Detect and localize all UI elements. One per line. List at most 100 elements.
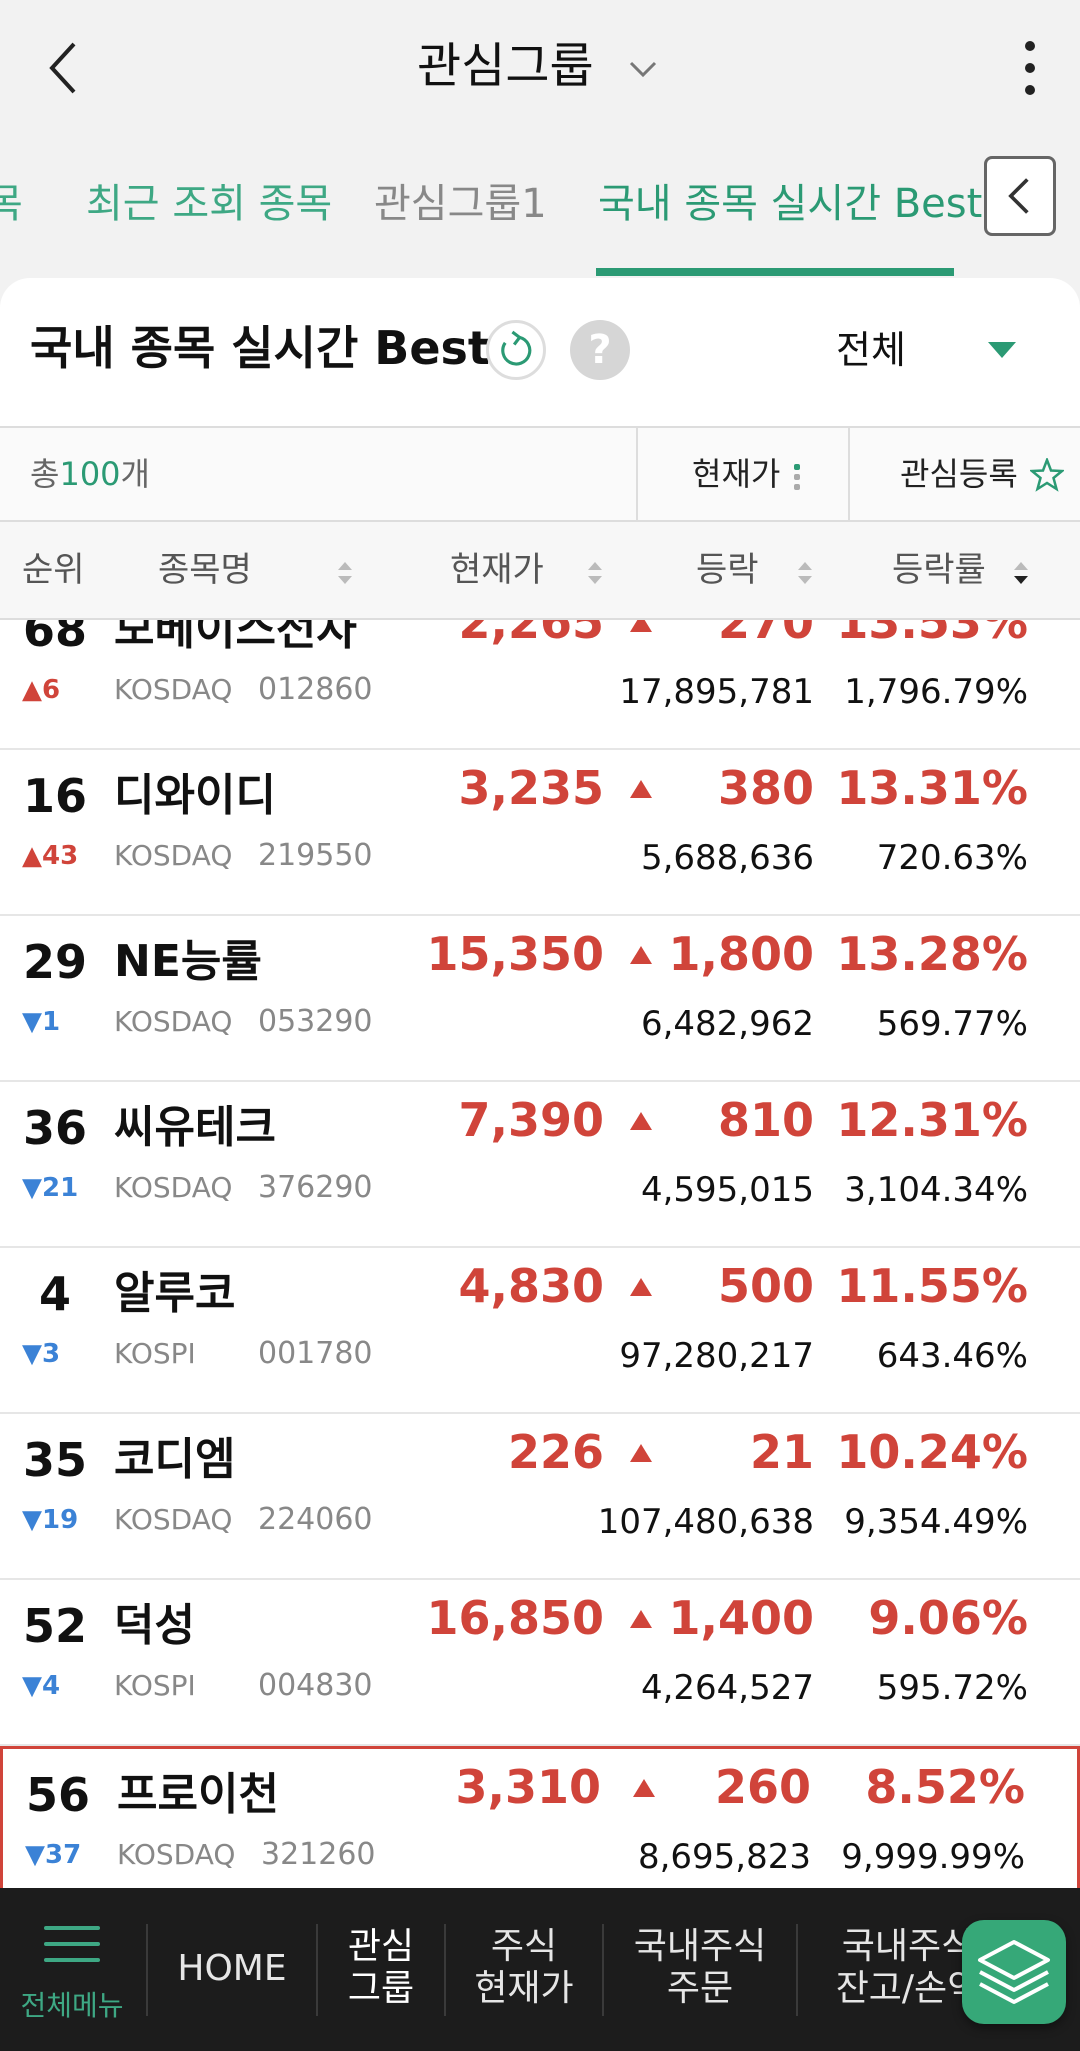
summary-bar: 총100개 현재가 관심등록 — [0, 426, 1080, 522]
star-icon[interactable] — [1030, 458, 1064, 492]
table-row[interactable]: 35 ▼19 코디엠 KOSDAQ 224060 226 21 10.24% 1… — [0, 1414, 1080, 1580]
col-change[interactable]: 등락 — [696, 544, 759, 596]
stock-name: 덕성 — [114, 1600, 195, 1651]
nav-stock-price[interactable]: 주식 현재가 — [446, 1888, 602, 2051]
price-change: 21 — [749, 1425, 814, 1479]
hamburger-menu-icon — [44, 1926, 100, 1962]
divider — [636, 428, 638, 520]
up-triangle-icon — [630, 1610, 652, 1628]
nav-label-line1: 주식 — [490, 1926, 558, 1967]
stock-list: 68 ▲6 모베이스전자 KOSDAQ 012860 2,265 270 13.… — [0, 620, 1080, 1888]
nav-label-line2: 현재가 — [474, 1968, 574, 2009]
rank-change: ▼1 — [22, 1007, 61, 1037]
stock-code: 004830 — [258, 1668, 373, 1703]
tab-group1[interactable]: 관심그룹1 — [374, 176, 547, 232]
top-bar: 관심그룹 — [0, 0, 1080, 136]
more-vertical-icon[interactable] — [1010, 36, 1050, 100]
market-type: KOSPI — [114, 1669, 196, 1702]
stock-code: 053290 — [258, 1004, 373, 1039]
col-price[interactable]: 현재가 — [450, 544, 544, 596]
trade-volume: 17,895,781 — [619, 672, 814, 712]
rank-number: 52 — [22, 1599, 87, 1653]
current-price: 16,850 — [426, 1591, 604, 1645]
volume-ratio: 643.46% — [876, 1336, 1028, 1376]
price-change: 1,400 — [668, 1591, 814, 1645]
trade-volume: 97,280,217 — [619, 1336, 814, 1376]
stock-name: NE능률 — [114, 936, 262, 987]
layers-fab-button[interactable] — [962, 1920, 1066, 2024]
rank-change: ▲43 — [22, 841, 79, 871]
nav-full-menu[interactable]: 전체메뉴 — [0, 1888, 144, 2051]
stock-name: 코디엠 — [114, 1434, 236, 1485]
rank-change: ▼19 — [22, 1505, 79, 1535]
sort-icon[interactable] — [798, 562, 812, 584]
price-change: 810 — [717, 1093, 814, 1147]
tab-partial[interactable]: 목 — [0, 176, 23, 232]
nav-watch-group[interactable]: 관심 그룹 — [318, 1888, 444, 2051]
rank-change: ▼4 — [22, 1671, 61, 1701]
stock-code: 321260 — [261, 1837, 376, 1872]
chevron-down-icon — [629, 61, 657, 78]
market-type: KOSDAQ — [117, 1838, 236, 1871]
bottom-nav: 전체메뉴 HOME 관심 그룹 주식 현재가 국내주식 주문 국내주식 잔고/손… — [0, 1888, 1080, 2051]
toggle-dots-icon[interactable] — [792, 464, 802, 490]
up-triangle-icon — [630, 1112, 652, 1130]
refresh-icon[interactable] — [486, 320, 546, 380]
tab-realtime-best[interactable]: 국내 종목 실시간 Best — [598, 176, 982, 232]
nav-label-line2: 주문 — [666, 1968, 734, 2009]
market-type: KOSDAQ — [114, 1503, 233, 1536]
market-filter-select[interactable]: 전체 — [836, 322, 906, 378]
nav-label-line2: 그룹 — [347, 1968, 415, 2009]
current-price: 3,310 — [455, 1760, 601, 1814]
table-row[interactable]: 29 ▼1 NE능률 KOSDAQ 053290 15,350 1,800 13… — [0, 916, 1080, 1082]
up-triangle-icon — [633, 1779, 655, 1797]
trade-volume: 5,688,636 — [640, 838, 814, 878]
add-favorite-button[interactable]: 관심등록 — [900, 448, 1018, 500]
sort-icon[interactable] — [338, 562, 352, 584]
table-row[interactable]: 16 ▲43 디와이디 KOSDAQ 219550 3,235 380 13.3… — [0, 750, 1080, 916]
tab-recent-viewed[interactable]: 최근 조회 종목 — [86, 176, 332, 232]
caret-down-icon[interactable] — [988, 342, 1016, 358]
help-button[interactable]: ? — [570, 320, 630, 380]
up-triangle-icon — [630, 620, 652, 632]
up-triangle-icon — [630, 946, 652, 964]
change-rate: 13.31% — [836, 761, 1028, 815]
rank-number: 35 — [22, 1433, 87, 1487]
sort-icon[interactable] — [588, 562, 602, 584]
trade-volume: 4,595,015 — [640, 1170, 814, 1210]
up-triangle-icon — [630, 1278, 652, 1296]
sort-desc-icon[interactable] — [1014, 562, 1028, 584]
rank-number: 29 — [22, 935, 87, 989]
trade-volume: 107,480,638 — [597, 1502, 814, 1542]
stock-name: 프로이천 — [117, 1769, 279, 1820]
market-type: KOSDAQ — [114, 673, 233, 706]
price-toggle-button[interactable]: 현재가 — [692, 448, 780, 500]
chevron-left-icon[interactable] — [984, 156, 1056, 236]
table-row[interactable]: 52 ▼4 덕성 KOSPI 004830 16,850 1,400 9.06%… — [0, 1580, 1080, 1746]
group-tabs: 목 최근 조회 종목 관심그룹1 국내 종목 실시간 Best — [0, 136, 1080, 278]
col-rate[interactable]: 등락률 — [892, 544, 986, 596]
nav-home-label: HOME — [177, 1948, 287, 1989]
table-row[interactable]: 36 ▼21 씨유테크 KOSDAQ 376290 7,390 810 12.3… — [0, 1082, 1080, 1248]
stock-code: 219550 — [258, 838, 373, 873]
change-rate: 8.52% — [865, 1760, 1025, 1814]
nav-home[interactable]: HOME — [148, 1888, 316, 2051]
volume-ratio: 3,104.34% — [844, 1170, 1028, 1210]
table-row[interactable]: 4 ▼3 알루코 KOSPI 001780 4,830 500 11.55% 9… — [0, 1248, 1080, 1414]
volume-ratio: 595.72% — [876, 1668, 1028, 1708]
current-price: 4,830 — [458, 1259, 604, 1313]
volume-ratio: 1,796.79% — [844, 672, 1028, 712]
page-title: 관심그룹 — [417, 38, 594, 94]
stock-code: 224060 — [258, 1502, 373, 1537]
volume-ratio: 720.63% — [876, 838, 1028, 878]
table-row-highlighted[interactable]: 56 ▼37 프로이천 KOSDAQ 321260 3,310 260 8.52… — [0, 1746, 1080, 1888]
table-row[interactable]: 68 ▲6 모베이스전자 KOSDAQ 012860 2,265 270 13.… — [0, 620, 1080, 750]
rank-change: ▼37 — [25, 1840, 82, 1870]
group-selector[interactable]: 관심그룹 — [0, 30, 1080, 102]
volume-ratio: 569.77% — [876, 1004, 1028, 1044]
nav-domestic-order[interactable]: 국내주식 주문 — [604, 1888, 796, 2051]
col-name[interactable]: 종목명 — [158, 544, 252, 596]
stock-code: 376290 — [258, 1170, 373, 1205]
nav-full-menu-label: 전체메뉴 — [20, 1989, 124, 2022]
stock-code: 012860 — [258, 672, 373, 707]
